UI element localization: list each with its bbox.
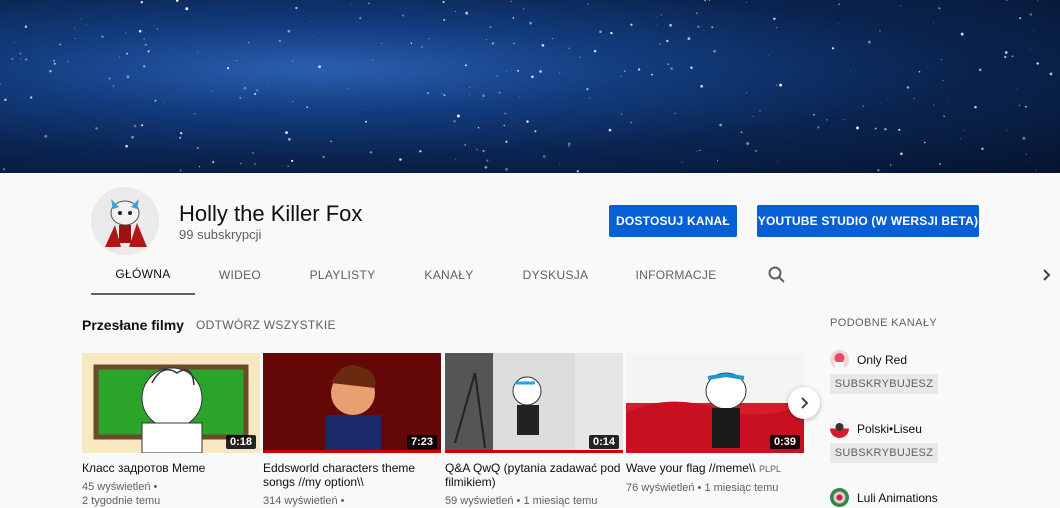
video-duration: 0:39 [769,435,800,449]
related-channel-name[interactable]: Only Red [857,353,907,367]
video-title-text: Wave your flag //meme\\ [626,461,756,475]
subscribe-button[interactable]: SUBSKRYBUJESZ [830,374,938,394]
channel-header: Holly the Killer Fox 99 subskrypcji DOST… [0,173,1060,295]
video-title[interactable]: Eddsworld characters theme songs //my op… [263,461,441,489]
youtube-studio-button[interactable]: YOUTUBE STUDIO (W WERSJI BETA) [757,205,979,237]
video-title[interactable]: Класс задротов Meme [82,461,260,475]
watch-progress [263,450,441,453]
channel-avatar[interactable] [830,488,849,507]
play-all-button[interactable]: ODTWÓRZ WSZYSTKIE [196,318,336,332]
related-channel-name[interactable]: Polski•Liseu [857,422,922,436]
video-meta: 59 wyświetleń • 1 miesiąc temu [445,494,623,508]
carousel-next-button[interactable] [788,387,820,419]
uploads-title[interactable]: Przesłane filmy [82,317,184,333]
video-views: 59 wyświetleń • 1 miesiąc temu [445,495,598,507]
video-duration: 7:23 [406,435,437,449]
search-icon[interactable] [767,265,787,285]
subscriber-count: 99 subskrypcji [179,227,262,242]
tab-discussion[interactable]: DYSKUSJA [513,255,598,295]
video-duration: 0:14 [588,435,619,449]
chevron-right-icon [801,397,809,409]
tab-playlists[interactable]: PLAYLISTY [300,255,385,295]
watch-progress [445,450,623,453]
channel-content: Przesłane filmy ODTWÓRZ WSZYSTKIE 0:18 К… [0,295,1060,508]
video-card[interactable]: 7:23 Eddsworld characters theme songs //… [263,353,441,508]
tab-channels[interactable]: KANAŁY [413,255,485,295]
video-thumbnail[interactable]: 0:18 [82,353,260,453]
channel-avatar[interactable] [830,419,849,438]
video-duration: 0:18 [225,435,256,449]
channel-avatar[interactable] [830,350,849,369]
related-channels-title: PODOBNE KANAŁY [830,317,938,329]
video-meta: 76 wyświetleń • 1 miesiąc temu [626,481,804,495]
video-age: 2 tygodnie temu [82,495,161,507]
video-views: 45 wyświetleń • [82,481,158,493]
video-title-suffix: PLPL [758,464,781,474]
video-thumbnail[interactable]: 0:39 [626,353,804,453]
tab-home[interactable]: GŁÓWNA [91,255,195,295]
video-thumbnail[interactable]: 0:14 [445,353,623,453]
video-card[interactable]: 0:14 Q&A QwQ (pytania zadawać pod filmik… [445,353,623,508]
subscribe-button[interactable]: SUBSKRYBUJESZ [830,443,938,463]
channel-avatar[interactable] [91,187,159,255]
video-meta: 45 wyświetleń • 2 tygodnie temu [82,480,260,508]
tab-about[interactable]: INFORMACJE [626,255,726,295]
tab-videos[interactable]: WIDEO [205,255,275,295]
video-thumbnail[interactable]: 7:23 [263,353,441,453]
chevron-right-icon[interactable] [1040,265,1054,285]
channel-banner [0,0,1060,173]
channel-tabs: GŁÓWNA WIDEO PLAYLISTY KANAŁY DYSKUSJA I… [0,255,1060,295]
customize-channel-button[interactable]: DOSTOSUJ KANAŁ [609,205,737,237]
video-views: 76 wyświetleń • 1 miesiąc temu [626,482,779,494]
video-views: 314 wyświetleń • [263,495,345,507]
video-title[interactable]: Wave your flag //meme\\ PLPL [626,461,804,476]
channel-name: Holly the Killer Fox [179,201,363,226]
video-meta: 314 wyświetleń • [263,494,441,508]
video-card[interactable]: 0:18 Класс задротов Meme 45 wyświetleń •… [82,353,260,508]
starfield-banner [0,0,1053,173]
video-title[interactable]: Q&A QwQ (pytania zadawać pod filmikiem) [445,461,623,489]
related-channel-name[interactable]: Luli Animations [857,491,938,505]
video-card[interactable]: 0:39 Wave your flag //meme\\ PLPL 76 wyś… [626,353,804,495]
